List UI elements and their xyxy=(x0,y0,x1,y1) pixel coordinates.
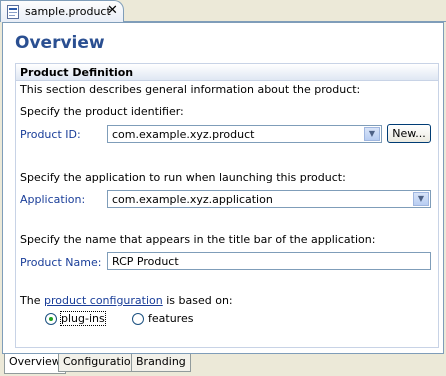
tab-branding[interactable]: Branding xyxy=(131,354,191,372)
name-prompt: Specify the name that appears in the tit… xyxy=(20,233,376,246)
radio-selected-dot xyxy=(49,317,53,321)
section-header: Product Definition xyxy=(16,64,438,81)
plugins-radio-label[interactable]: plug-ins xyxy=(60,311,106,326)
editor-tab-title: sample.product xyxy=(25,5,111,18)
tab-configuration[interactable]: Configuration xyxy=(58,354,143,372)
features-radio[interactable] xyxy=(132,313,144,325)
identifier-prompt: Specify the product identifier: xyxy=(20,105,184,118)
application-label: Application: xyxy=(20,193,86,206)
application-combo[interactable]: com.example.xyz.application ▼ xyxy=(107,190,431,208)
product-id-combo[interactable]: com.example.xyz.product ▼ xyxy=(107,125,382,143)
product-name-label: Product Name: xyxy=(20,256,102,269)
section-description: This section describes general informati… xyxy=(20,83,361,96)
file-icon xyxy=(7,5,19,19)
product-configuration-link[interactable]: product configuration xyxy=(44,294,163,307)
editor-page-tabs: Overview Configuration Branding xyxy=(2,354,444,374)
product-name-input[interactable]: RCP Product xyxy=(107,252,431,270)
product-editor-form: Overview Product Definition This section… xyxy=(2,22,444,354)
chevron-down-icon[interactable]: ▼ xyxy=(413,192,429,206)
new-product-button[interactable]: New... xyxy=(387,124,431,143)
config-suffix: is based on: xyxy=(162,294,233,307)
application-value: com.example.xyz.application xyxy=(112,193,273,206)
application-prompt: Specify the application to run when laun… xyxy=(20,171,346,184)
section-title: Product Definition xyxy=(20,66,134,79)
product-name-value: RCP Product xyxy=(112,255,179,268)
features-radio-label[interactable]: features xyxy=(148,312,193,325)
product-id-value: com.example.xyz.product xyxy=(112,128,255,141)
close-icon[interactable]: ✕ xyxy=(107,3,118,18)
tab-overview[interactable]: Overview xyxy=(4,354,66,374)
plugins-radio[interactable] xyxy=(45,313,57,325)
product-definition-section: Product Definition This section describe… xyxy=(15,63,439,348)
editor-tabstrip: sample.product ✕ xyxy=(0,0,446,22)
configuration-sentence: The product configuration is based on: xyxy=(20,294,233,307)
editor-tab[interactable]: sample.product ✕ xyxy=(0,0,124,22)
product-id-label: Product ID: xyxy=(20,128,81,141)
config-prefix: The xyxy=(20,294,44,307)
page-title: Overview xyxy=(15,33,105,53)
chevron-down-icon[interactable]: ▼ xyxy=(364,127,380,141)
